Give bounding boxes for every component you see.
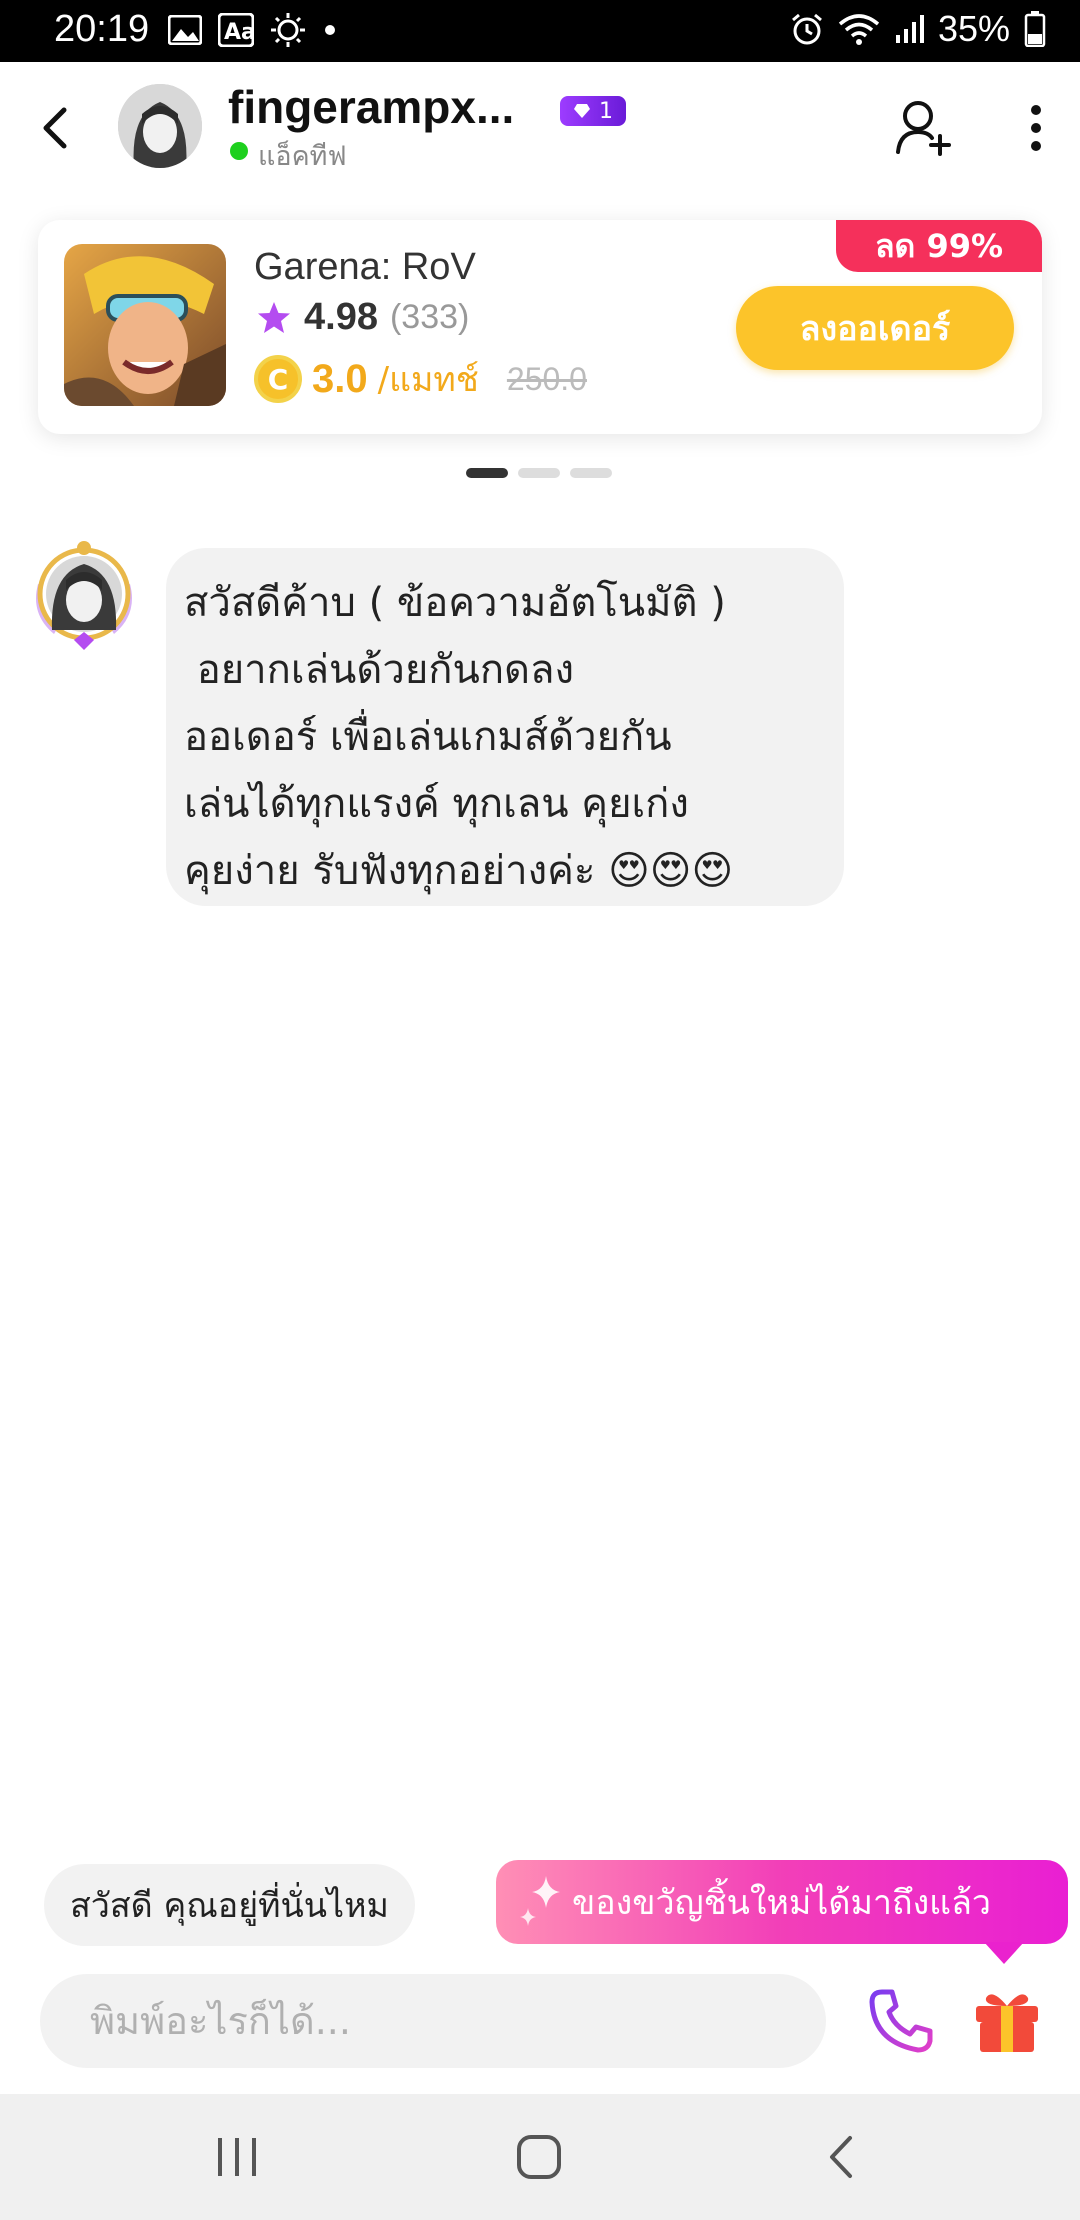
gift-banner-text: ของขวัญชิ้นใหม่ได้มาถึงแล้ว bbox=[572, 1883, 992, 1923]
avatar-frame-icon bbox=[36, 541, 132, 650]
chat-header: fingerampx... 1 แอ็คทีฟ bbox=[0, 62, 1080, 192]
price-row: C 3.0 /แมทช์ 250.0 bbox=[254, 352, 587, 406]
message-bubble[interactable]: สวัสดีค้าบ ( ข้อความอัตโนมัติ ) อยากเล่น… bbox=[166, 548, 844, 906]
pager-dot[interactable] bbox=[570, 468, 612, 478]
alarm-icon bbox=[791, 13, 822, 45]
font-icon: Aa bbox=[218, 13, 254, 47]
game-name: Garena: RoV bbox=[254, 246, 476, 288]
system-nav-bar bbox=[0, 2094, 1080, 2220]
svg-text:Aa: Aa bbox=[224, 20, 254, 45]
star-icon bbox=[258, 301, 290, 333]
add-user-icon bbox=[896, 101, 951, 156]
add-friend-button[interactable] bbox=[892, 96, 954, 158]
carousel-pager bbox=[466, 468, 612, 478]
chevron-left-icon bbox=[43, 107, 67, 149]
place-order-button[interactable]: ลงออเดอร์ bbox=[736, 286, 1014, 370]
gift-icon bbox=[976, 1994, 1038, 2052]
message-input[interactable] bbox=[40, 1974, 826, 2068]
original-price: 250.0 bbox=[506, 360, 587, 397]
user-name[interactable]: fingerampx... bbox=[228, 80, 514, 134]
wifi-icon bbox=[838, 14, 880, 45]
game-character-image bbox=[64, 244, 226, 406]
message-input-wrapper[interactable] bbox=[40, 1974, 826, 2068]
gift-banner-pointer bbox=[984, 1942, 1024, 1964]
sparkle-icon bbox=[520, 1876, 560, 1926]
battery-percent: 35% bbox=[937, 8, 1010, 49]
vip-badge: 1 bbox=[560, 96, 626, 126]
dot-icon bbox=[325, 25, 335, 35]
status-time: 20:19 bbox=[54, 8, 150, 50]
image-icon bbox=[168, 15, 202, 45]
status-left-icons: Aa bbox=[168, 12, 338, 48]
avatar[interactable] bbox=[118, 84, 202, 168]
recents-icon[interactable] bbox=[214, 2134, 260, 2180]
pager-dot[interactable] bbox=[466, 468, 508, 478]
back-button[interactable] bbox=[30, 98, 86, 158]
price-value: 3.0 bbox=[312, 356, 368, 401]
signal-icon bbox=[895, 15, 924, 43]
home-icon[interactable] bbox=[514, 2132, 564, 2182]
coin-icon: C bbox=[254, 355, 302, 403]
avatar-image bbox=[118, 84, 202, 168]
back-nav-icon[interactable] bbox=[826, 2132, 856, 2182]
online-indicator bbox=[230, 142, 248, 160]
rating-row: 4.98 (333) bbox=[256, 296, 469, 339]
price-unit: /แมทช์ bbox=[377, 360, 479, 400]
discount-badge: ลด 99% bbox=[836, 220, 1042, 272]
vip-level: 1 bbox=[599, 98, 613, 124]
status-right: 35% bbox=[790, 8, 1046, 50]
game-thumbnail bbox=[64, 244, 226, 406]
more-menu-button[interactable] bbox=[1014, 98, 1058, 158]
message-avatar[interactable] bbox=[24, 534, 144, 654]
quick-reply-chip[interactable]: สวัสดี คุณอยู่ที่นั่นไหม bbox=[44, 1864, 415, 1946]
message-text: สวัสดีค้าบ ( ข้อความอัตโนมัติ ) อยากเล่น… bbox=[184, 580, 734, 894]
more-vertical-icon bbox=[1031, 105, 1041, 151]
gift-notification-banner[interactable]: ของขวัญชิ้นใหม่ได้มาถึงแล้ว bbox=[496, 1860, 1068, 1944]
gift-button[interactable] bbox=[970, 1982, 1044, 2056]
rating-count: (333) bbox=[389, 298, 470, 336]
rating-value: 4.98 bbox=[304, 296, 378, 338]
status-bar: 20:19 Aa 35% bbox=[0, 0, 1080, 62]
call-button[interactable] bbox=[864, 1984, 938, 2058]
game-service-card[interactable]: Garena: RoV 4.98 (333) C 3.0 /แมทช์ 250.… bbox=[38, 220, 1042, 434]
pager-dot[interactable] bbox=[518, 468, 560, 478]
user-status: แอ็คทีฟ bbox=[258, 141, 347, 172]
brightness-icon bbox=[271, 13, 305, 47]
battery-icon bbox=[1024, 11, 1046, 47]
phone-icon bbox=[869, 1989, 933, 2053]
diamond-icon bbox=[574, 104, 590, 118]
